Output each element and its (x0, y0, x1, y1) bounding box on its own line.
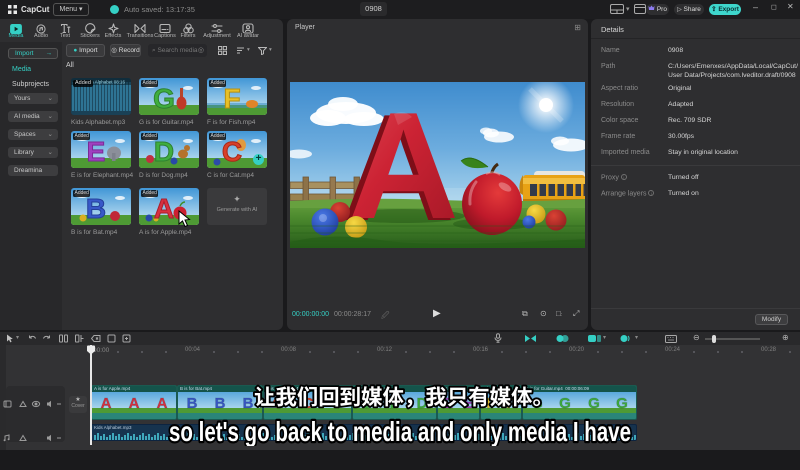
svg-text:D: D (154, 136, 174, 167)
svg-text:B: B (86, 193, 106, 224)
svg-text:so let's go back to media and: so let's go back to media and only media… (169, 416, 631, 446)
svg-text:G: G (153, 83, 175, 114)
svg-text:F: F (223, 83, 240, 114)
svg-text:A: A (154, 193, 174, 224)
svg-text:A: A (129, 395, 140, 412)
svg-text:A: A (101, 395, 112, 412)
svg-text:C: C (222, 136, 242, 167)
svg-text:E: E (87, 136, 106, 167)
